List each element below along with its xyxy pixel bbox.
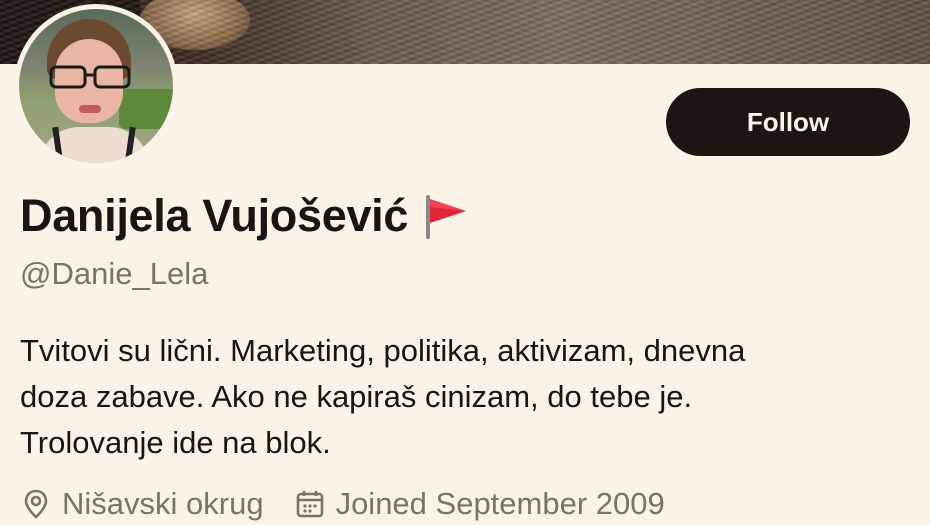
avatar-bg-detail (119, 89, 173, 129)
avatar-photo (19, 9, 173, 163)
glasses-icon (49, 65, 131, 89)
location-item: Nišavski okrug (20, 486, 264, 522)
bio-line: doza zabave. Ako ne kapiraš cinizam, do … (20, 379, 693, 414)
joined-item: Joined September 2009 (294, 486, 665, 522)
location-text: Nišavski okrug (62, 486, 264, 521)
location-pin-icon (24, 489, 48, 519)
bio-line: Tvitovi su lični. Marketing, politika, a… (20, 333, 746, 368)
user-handle: @Danie_Lela (20, 256, 209, 291)
profile-bio: Tvitovi su lični. Marketing, politika, a… (20, 328, 910, 466)
red-flag-icon (426, 195, 467, 239)
follow-button[interactable]: Follow (666, 88, 910, 156)
display-name: Danijela Vujošević (20, 190, 409, 241)
avatar[interactable] (14, 4, 178, 168)
profile-meta: Nišavski okrug Joined September 2009 (20, 486, 695, 522)
joined-text: Joined September 2009 (335, 486, 665, 521)
name-row: Danijela Vujošević (20, 190, 470, 242)
bio-line: Trolovanje ide na blok. (20, 425, 331, 460)
avatar-lips (79, 105, 101, 113)
calendar-icon (296, 491, 323, 518)
